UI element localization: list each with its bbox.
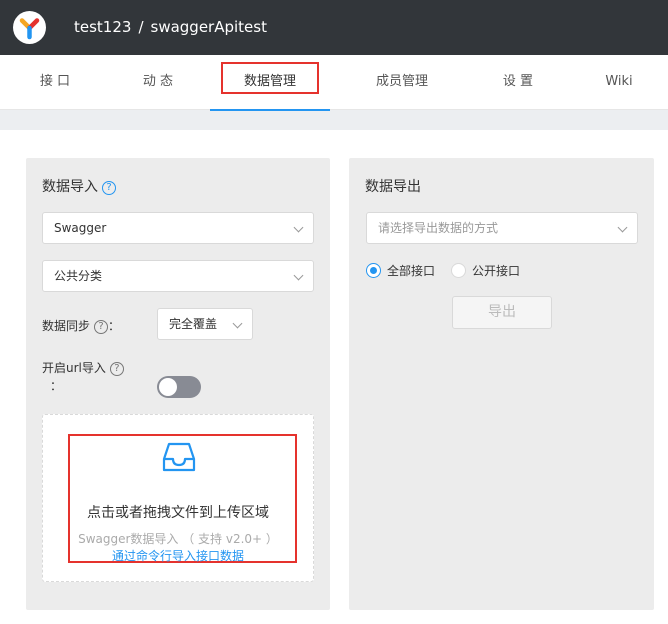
tab-activity[interactable]: 动 态 — [103, 55, 213, 110]
export-title: 数据导出 — [365, 179, 421, 195]
export-button[interactable]: 导出 — [452, 296, 552, 329]
tab-label: 成员管理 — [375, 74, 428, 89]
select-value: 完全覆盖 — [169, 317, 218, 331]
category-select[interactable]: 公共分类 — [42, 260, 314, 292]
select-value: 公共分类 — [54, 269, 103, 283]
import-title-text: 数据导入 — [42, 179, 98, 195]
sync-label: 数据同步?： — [42, 317, 120, 334]
url-import-label: 开启url导入? — [42, 359, 124, 376]
export-panel: 数据导出 请选择导出数据的方式 全部接口 公开接口 导出 — [349, 158, 654, 610]
yapi-logo[interactable] — [13, 11, 46, 44]
inbox-icon — [162, 442, 196, 472]
chevron-down-icon — [293, 270, 304, 281]
data-management-page: 数据导入? Swagger 公共分类 数据同步?： 完全覆盖 开启url导入? … — [0, 130, 668, 624]
top-bar: test123 / swaggerApitest — [0, 0, 668, 55]
url-import-toggle[interactable] — [157, 376, 201, 398]
url-import-label-text: 开启url导入 — [42, 361, 106, 375]
question-circle-icon[interactable]: ? — [94, 320, 109, 334]
url-import-colon: ： — [50, 379, 63, 393]
tab-interface[interactable]: 接 口 — [0, 55, 110, 110]
breadcrumb-separator: / — [138, 18, 144, 36]
sync-mode-select[interactable]: 完全覆盖 — [157, 308, 253, 340]
question-circle-icon[interactable]: ? — [102, 181, 116, 195]
tab-label: 动 态 — [142, 74, 174, 89]
question-circle-icon[interactable]: ? — [109, 362, 124, 376]
radio-dot — [366, 263, 381, 278]
import-format-select[interactable]: Swagger — [42, 212, 314, 244]
breadcrumb-project[interactable]: swaggerApitest — [151, 18, 267, 36]
breadcrumb: test123 / swaggerApitest — [74, 16, 267, 38]
import-panel: 数据导入? Swagger 公共分类 数据同步?： 完全覆盖 开启url导入? … — [26, 158, 330, 610]
select-placeholder: 请选择导出数据的方式 — [378, 221, 499, 235]
tab-label: 设 置 — [502, 74, 534, 89]
tab-settings[interactable]: 设 置 — [463, 55, 573, 110]
project-tabs: 接 口 动 态 数据管理 成员管理 设 置 Wiki — [0, 55, 668, 111]
cli-import-link[interactable]: 通过命令行导入接口数据 — [43, 547, 313, 564]
chevron-down-icon — [232, 318, 243, 329]
radio-all-interfaces[interactable]: 全部接口 — [366, 262, 435, 279]
export-method-select[interactable]: 请选择导出数据的方式 — [366, 212, 638, 244]
sync-label-colon: ： — [108, 319, 121, 333]
radio-label: 公开接口 — [472, 264, 521, 278]
tab-label: Wiki — [605, 74, 633, 89]
radio-public-interfaces[interactable]: 公开接口 — [451, 262, 520, 279]
active-tab-indicator — [210, 109, 330, 111]
upload-hint-text: Swagger数据导入 （ 支持 v2.0+ ） — [78, 532, 278, 546]
chevron-down-icon — [293, 222, 304, 233]
toggle-knob — [159, 378, 177, 396]
tab-wiki[interactable]: Wiki — [580, 55, 658, 110]
highlight-box — [221, 62, 319, 94]
tab-members[interactable]: 成员管理 — [342, 55, 462, 110]
export-scope-radio-group: 全部接口 公开接口 — [366, 262, 526, 279]
tab-data-management[interactable]: 数据管理 — [210, 55, 330, 111]
sync-label-text: 数据同步 — [42, 319, 91, 333]
import-title: 数据导入? — [42, 176, 116, 196]
chevron-down-icon — [617, 222, 628, 233]
upload-main-text: 点击或者拖拽文件到上传区域 — [87, 505, 269, 521]
select-value: Swagger — [54, 221, 107, 235]
breadcrumb-group[interactable]: test123 — [74, 18, 131, 36]
logo-icon — [19, 18, 40, 40]
tab-label: 接 口 — [39, 74, 71, 89]
upload-dropzone[interactable]: 点击或者拖拽文件到上传区域 Swagger数据导入 （ 支持 v2.0+ ） 通… — [42, 414, 314, 582]
radio-dot — [451, 263, 467, 278]
radio-label: 全部接口 — [387, 264, 436, 278]
